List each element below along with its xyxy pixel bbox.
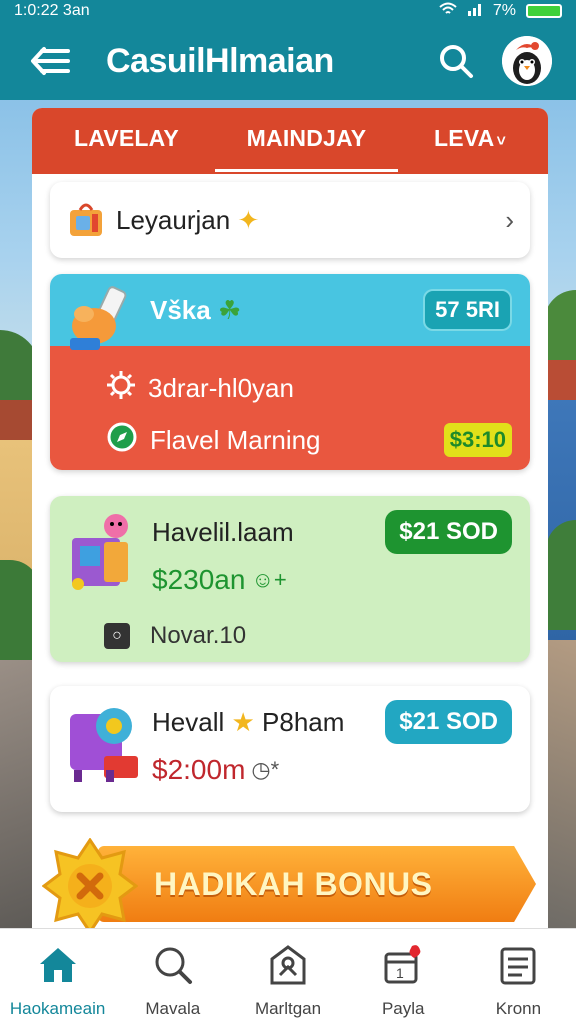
tab-leva[interactable]: LEVA ˅: [434, 125, 506, 158]
menu-back-icon[interactable]: [24, 35, 76, 87]
green-card-badge: $21 SOD: [385, 510, 512, 554]
promo-card[interactable]: Vška ☘ 57 5RI 3drar-hl0yan Flavel Marnin…: [50, 274, 530, 470]
promo-line-2-text: Flavel Marning: [150, 424, 321, 455]
green-card-price-text: $230an: [152, 564, 246, 595]
white-card-header: Hevall ★ P8ham $21 SOD: [152, 700, 512, 744]
wifi-icon: [439, 2, 457, 21]
nav-label: Marltgan: [254, 999, 322, 1018]
gear-icon: [106, 370, 136, 407]
promo-badge: 57 5RI: [423, 289, 512, 331]
leyaurjan-label: Leyaurjan ✦: [116, 205, 505, 236]
nav-item-payla[interactable]: 1 Payla: [346, 929, 461, 1024]
green-card-date-text: Novar.10: [150, 622, 247, 649]
green-card-header: Havelil.laam $21 SOD: [152, 510, 512, 554]
bottom-nav: Haokameain Mavala Marltgan 1 Payla Kronn: [0, 928, 576, 1024]
app-title: CasuilHlmaian: [106, 41, 334, 80]
hand-pointer-icon: [66, 284, 136, 359]
tab-label: LEVA: [434, 124, 495, 151]
tag-icon: [266, 943, 310, 987]
promo-line-2: Flavel Marning $3:10: [106, 414, 512, 466]
bonus-banner[interactable]: HADIKAH BONUS: [41, 837, 536, 935]
home-icon: [36, 943, 80, 987]
promo-price-badge: $3:10: [443, 423, 512, 457]
nav-label: Mavala: [145, 999, 201, 1018]
promo-body: 3drar-hl0yan Flavel Marning $3:10: [50, 346, 530, 470]
chevron-right-icon: ›: [505, 204, 514, 235]
sparkle-icon: ✦: [237, 204, 260, 235]
toy-box-icon: [68, 512, 138, 590]
app-bar: CasuilHlmaian: [0, 22, 576, 100]
status-bar: 1:0:22 3an 7%: [0, 0, 576, 22]
deal-card-green[interactable]: Havelil.laam $21 SOD $230an ☺+ ○ Novar.1…: [50, 496, 530, 662]
search-icon: [151, 943, 195, 987]
list-icon: [496, 943, 540, 987]
white-card-title-a: Hevall: [152, 706, 225, 737]
promo-name: Vška ☘: [150, 295, 423, 326]
road-right: [546, 640, 576, 930]
green-card-title: Havelil.laam: [152, 516, 294, 547]
compass-icon: [106, 421, 138, 460]
leaf-icon: ☘: [217, 294, 242, 325]
tab-lavelay[interactable]: LAVELAY: [74, 125, 179, 158]
nav-item-mavala[interactable]: Mavala: [115, 929, 230, 1024]
smile-plus-icon: ☺+: [251, 567, 287, 592]
penguin-avatar-icon[interactable]: [502, 36, 552, 86]
promo-line-1-text: 3drar-hl0yan: [148, 372, 294, 403]
tab-label: LAVELAY: [74, 124, 179, 151]
bush-right: [546, 520, 576, 630]
clock-icon: ○: [104, 623, 130, 649]
calendar-icon: 1: [381, 943, 425, 987]
nav-item-kronn[interactable]: Kronn: [461, 929, 576, 1024]
main-panel: LAVELAY MAINDJAY LEVA ˅ Leyaurjan ✦ › Všk…: [32, 108, 548, 938]
white-card-badge: $21 SOD: [385, 700, 512, 744]
white-card-title: Hevall ★ P8ham: [152, 707, 344, 738]
white-card-price: $2:00m ◷*: [152, 754, 512, 786]
battery-label: 7%: [492, 2, 516, 19]
search-icon[interactable]: [434, 39, 478, 83]
nav-item-home[interactable]: Haokameain: [0, 929, 115, 1024]
tab-label: MAINDJAY: [246, 124, 367, 151]
status-time: 1:0:22 3an: [14, 2, 90, 19]
green-card-price: $230an ☺+: [152, 564, 512, 596]
leyaurjan-row[interactable]: Leyaurjan ✦ ›: [50, 182, 530, 258]
toy-chest-icon: [68, 700, 138, 782]
chevron-down-icon: ˅: [496, 132, 506, 150]
white-card-title-b: P8ham: [262, 706, 345, 737]
nav-label: Haokameain: [9, 999, 106, 1018]
leyaurjan-text: Leyaurjan: [116, 204, 231, 235]
content-area: Leyaurjan ✦ › Vška ☘ 57 5RI 3drar-hl0yan: [32, 174, 548, 812]
gift-bag-icon: [66, 198, 106, 243]
nav-label: Payla: [381, 999, 425, 1018]
star-icon: ★: [231, 706, 255, 737]
svg-text:1: 1: [396, 965, 404, 981]
nav-item-marltgan[interactable]: Marltgan: [230, 929, 345, 1024]
bonus-label: HADIKAH BONUS: [154, 866, 433, 902]
nav-label: Kronn: [495, 999, 542, 1018]
promo-name-text: Vška: [150, 294, 211, 325]
tab-bar: LAVELAY MAINDJAY LEVA ˅: [32, 108, 548, 174]
deal-card-white[interactable]: Hevall ★ P8ham $21 SOD $2:00m ◷*: [50, 686, 530, 812]
battery-icon: [526, 4, 562, 18]
white-card-price-text: $2:00m: [152, 754, 246, 785]
green-card-date: ○ Novar.10: [104, 622, 512, 650]
tab-maindjay[interactable]: MAINDJAY: [214, 124, 398, 172]
clock-star-icon: ◷*: [251, 757, 280, 782]
promo-line-1: 3drar-hl0yan: [106, 362, 512, 414]
star-badge-icon: [41, 837, 139, 935]
signal-icon: [467, 2, 483, 21]
